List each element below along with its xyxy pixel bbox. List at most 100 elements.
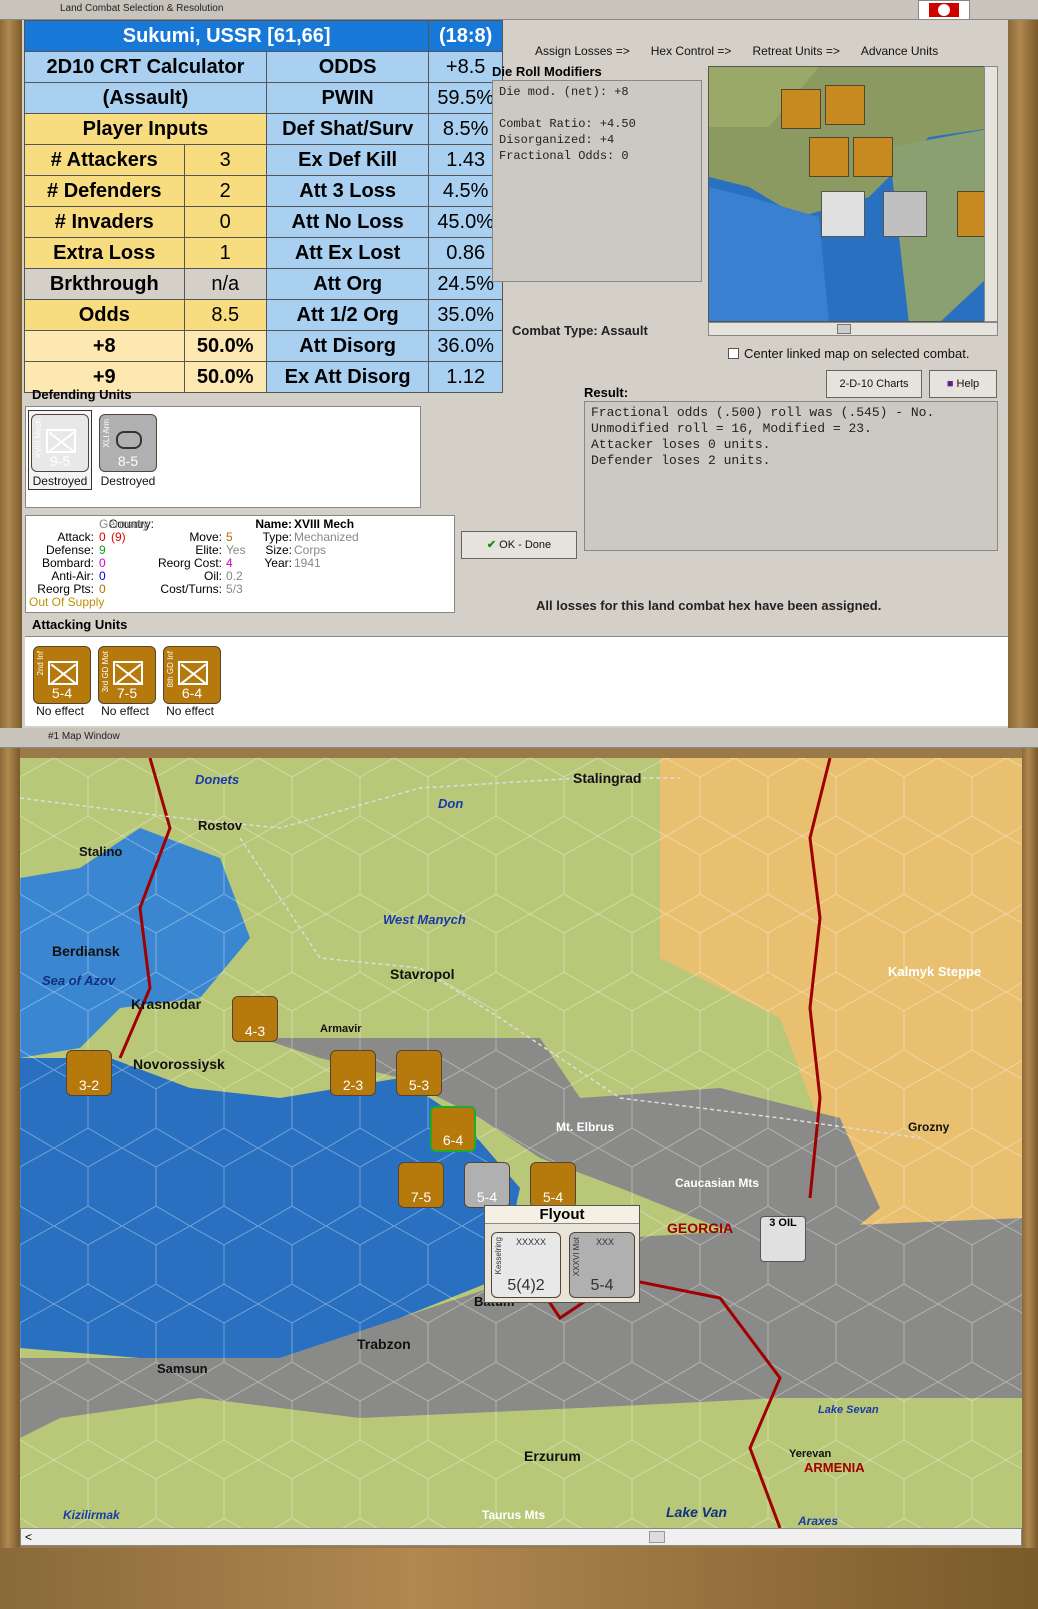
tab-retreat-units[interactable]: Retreat Units => xyxy=(752,44,839,58)
unit-strength: 6-4 xyxy=(442,1132,464,1148)
info-label: Cost/Turns: xyxy=(160,582,222,596)
minimap-unit[interactable] xyxy=(809,137,849,177)
strategic-map[interactable]: Donets Stalingrad Don Rostov Stalino Wes… xyxy=(20,758,1022,1528)
infantry-icon xyxy=(48,661,78,685)
map-label-taurus-mts: Taurus Mts xyxy=(482,1508,546,1522)
map-hscrollbar[interactable]: < xyxy=(20,1528,1022,1546)
map-unit[interactable]: 5-3 xyxy=(396,1050,442,1096)
minimap-hscroll-thumb[interactable] xyxy=(837,324,851,334)
crt-right-label: PWIN xyxy=(265,82,430,114)
map-label-sea-of-azov: Sea of Azov xyxy=(42,973,116,988)
crt-right-label: Att 1/2 Org xyxy=(265,299,430,331)
combat-type: Combat Type: Assault xyxy=(512,323,648,338)
defender-status: Destroyed xyxy=(100,474,156,488)
unit-strength: 5(4)2 xyxy=(507,1277,545,1294)
armor-icon xyxy=(116,431,142,449)
flyout-unit-hq[interactable]: Kesselring XXXXX 5(4)2 xyxy=(491,1232,561,1298)
help-button[interactable]: ■ Help xyxy=(929,370,997,398)
flyout-unit-motorized[interactable]: XXXVI Mot XXX 5-4 xyxy=(569,1232,635,1298)
map-label-georgia: GEORGIA xyxy=(667,1220,734,1236)
map-label-stalino: Stalino xyxy=(79,844,123,859)
defender-unit[interactable]: XLI Arm 8-5 xyxy=(99,414,157,472)
map-hscroll-thumb[interactable] xyxy=(649,1531,665,1543)
map-unit[interactable]: 4-3 xyxy=(232,996,278,1042)
die-roll-panel: Die mod. (net): +8 Combat Ratio: +4.50 D… xyxy=(492,80,702,282)
all-losses-message: All losses for this land combat hex have… xyxy=(536,598,882,613)
tab-hex-control[interactable]: Hex Control => xyxy=(651,44,732,58)
crt-left-label: +8 xyxy=(24,330,185,362)
map-unit[interactable]: 2-3 xyxy=(330,1050,376,1096)
minimap-unit[interactable] xyxy=(853,137,893,177)
linked-minimap[interactable] xyxy=(708,66,998,322)
result-label: Result: xyxy=(584,385,629,400)
attacker-unit[interactable]: 8th GD Inf 6-4 xyxy=(163,646,221,704)
map-label-stalingrad: Stalingrad xyxy=(573,770,642,786)
map-unit[interactable]: 5-4 xyxy=(464,1162,510,1208)
map-label-berdiansk: Berdiansk xyxy=(52,943,120,959)
unit-info-panel: Country: Germany Attack: 0 (9) Defense: … xyxy=(25,515,455,613)
mech-infantry-icon xyxy=(46,429,76,453)
unit-strength: 5-4 xyxy=(590,1277,614,1294)
crt-left-label: Odds xyxy=(24,299,185,331)
oil-resource-marker[interactable]: 3 OIL xyxy=(760,1216,806,1262)
center-linked-label: Center linked map on selected combat. xyxy=(744,346,970,361)
combat-phase-tabs: Assign Losses => Hex Control => Retreat … xyxy=(535,44,938,58)
combat-window-titlebar[interactable]: Land Combat Selection & Resolution xyxy=(0,0,1038,20)
charts-button[interactable]: 2-D-10 Charts xyxy=(826,370,922,398)
unit-strength: 4-3 xyxy=(244,1023,266,1039)
combat-window-title: Land Combat Selection & Resolution xyxy=(60,3,224,14)
center-linked-checkbox[interactable] xyxy=(728,348,739,359)
scroll-left-icon[interactable]: < xyxy=(25,1530,32,1544)
wood-frame-left-map xyxy=(0,748,20,1609)
unit-strength: 6-4 xyxy=(181,685,203,701)
map-window-titlebar[interactable]: #1 Map Window xyxy=(0,728,1038,748)
flag-icon xyxy=(918,0,970,20)
map-unit[interactable]: 5-4 xyxy=(530,1162,576,1208)
map-label-samsun: Samsun xyxy=(157,1361,208,1376)
map-unit[interactable]: 6-4 xyxy=(430,1106,476,1152)
crt-right-label: Att Disorg xyxy=(265,330,430,362)
oil-label: 3 OIL xyxy=(769,1217,797,1229)
minimap-hscrollbar[interactable] xyxy=(708,322,998,336)
unit-size: XXXXX xyxy=(516,1237,547,1247)
map-label-erzurum: Erzurum xyxy=(524,1448,581,1464)
map-window-title: #1 Map Window xyxy=(48,731,120,742)
crt-left-label: Brkthrough xyxy=(24,268,185,300)
map-label-araxes: Araxes xyxy=(798,1514,839,1528)
defender-unit[interactable]: XVIII Mech 9-5 xyxy=(31,414,89,472)
crt-left-value[interactable]: 3 xyxy=(183,144,267,176)
unit-flyout[interactable]: Flyout Kesselring XXXXX 5(4)2 XXXVI Mot … xyxy=(484,1205,640,1303)
tab-advance-units[interactable]: Advance Units xyxy=(861,44,938,58)
flyout-title: Flyout xyxy=(485,1206,639,1224)
crt-right-label: ODDS xyxy=(265,51,430,83)
crt-left-value[interactable]: 2 xyxy=(183,175,267,207)
minimap-unit[interactable] xyxy=(781,89,821,129)
map-label-mt-elbrus: Mt. Elbrus xyxy=(556,1120,615,1134)
tab-assign-losses[interactable]: Assign Losses => xyxy=(535,44,630,58)
crt-left-value: 50.0% xyxy=(183,361,267,393)
map-unit[interactable]: 7-5 xyxy=(398,1162,444,1208)
unit-strength: 3-2 xyxy=(78,1077,100,1093)
map-label-kizilirmak: Kizilirmak xyxy=(63,1508,120,1522)
unit-strength: 8-5 xyxy=(117,453,139,469)
minimap-unit[interactable] xyxy=(825,85,865,125)
unit-strength: 7-5 xyxy=(410,1189,432,1205)
crt-left-label: # Defenders xyxy=(24,175,185,207)
minimap-unit[interactable] xyxy=(821,191,865,237)
map-label-west-manych: West Manych xyxy=(383,912,466,927)
minimap-vscrollbar[interactable] xyxy=(984,66,998,322)
map-label-armenia: ARMENIA xyxy=(804,1460,865,1475)
unit-strength: 5-4 xyxy=(542,1189,564,1205)
map-unit[interactable]: 3-2 xyxy=(66,1050,112,1096)
crt-left-value[interactable]: 0 xyxy=(183,206,267,238)
die-roll-line: Disorganized: +4 xyxy=(499,133,615,147)
crt-calc-title: 2D10 CRT Calculator xyxy=(24,51,267,83)
map-label-stavropol: Stavropol xyxy=(390,966,455,982)
attacker-unit[interactable]: 2nd Inf 5-4 xyxy=(33,646,91,704)
crt-left-value[interactable]: 1 xyxy=(183,237,267,269)
minimap-unit[interactable] xyxy=(883,191,927,237)
attacker-unit[interactable]: 3rd GD Mot 7-5 xyxy=(98,646,156,704)
ok-done-button[interactable]: ✔ OK - Done xyxy=(461,531,577,559)
crt-right-label: Def Shat/Surv xyxy=(265,113,430,145)
book-icon: ■ xyxy=(946,378,954,390)
